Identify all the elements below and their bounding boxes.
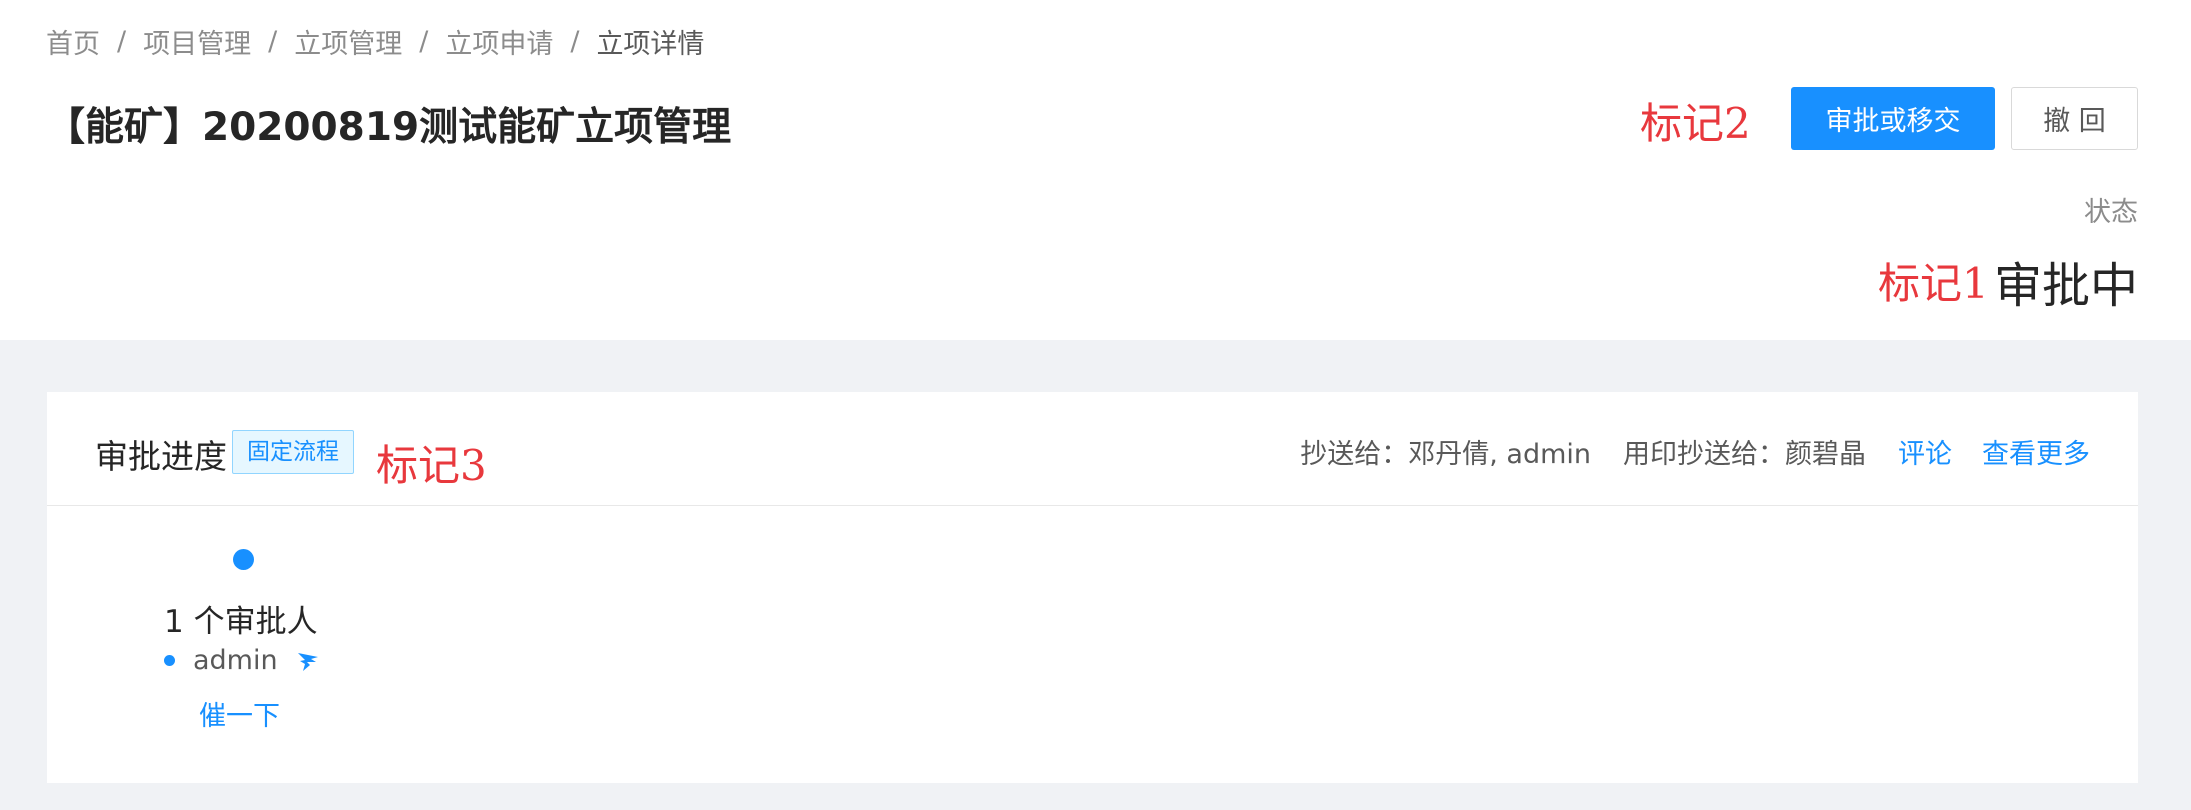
breadcrumb-home[interactable]: 首页: [46, 22, 100, 61]
breadcrumb: 首页 / 项目管理 / 立项管理 / 立项申请 / 立项详情: [46, 22, 704, 61]
page-title: 【能矿】20200819测试能矿立项管理: [46, 105, 732, 150]
approval-progress-title: 审批进度: [95, 437, 227, 476]
breadcrumb-separator: /: [419, 26, 429, 57]
status-label: 状态: [2084, 197, 2138, 228]
marker-3-annotation: 标记3: [376, 441, 487, 490]
bullet-icon: [164, 655, 175, 666]
breadcrumb-project-management[interactable]: 项目管理: [143, 22, 251, 61]
breadcrumb-separator: /: [570, 26, 580, 57]
withdraw-button[interactable]: 撤 回: [2011, 87, 2138, 150]
header-panel: 首页 / 项目管理 / 立项管理 / 立项申请 / 立项详情 【能矿】20200…: [0, 0, 2191, 340]
breadcrumb-separator: /: [117, 26, 127, 57]
marker-2-annotation: 标记2: [1640, 99, 1751, 148]
approver-count: 1 个审批人: [164, 604, 318, 640]
timeline-node-icon: [233, 549, 254, 570]
approval-header-meta: 抄送给：邓丹倩, admin 用印抄送给：颜碧晶 评论 查看更多: [1300, 432, 2090, 471]
breadcrumb-current: 立项详情: [596, 29, 705, 60]
cc-recipients: 抄送给：邓丹倩, admin: [1300, 439, 1591, 470]
approver-name: admin: [193, 645, 278, 676]
approval-progress-card: 审批进度 固定流程 抄送给：邓丹倩, admin 用印抄送给：颜碧晶 评论 查看…: [47, 392, 2138, 783]
breadcrumb-initiation-management[interactable]: 立项管理: [294, 22, 402, 61]
breadcrumb-initiation-application[interactable]: 立项申请: [445, 22, 553, 61]
approve-or-transfer-button[interactable]: 审批或移交: [1791, 87, 1995, 150]
marker-1-annotation: 标记1: [1878, 259, 1989, 308]
approver-item: admin: [164, 645, 320, 676]
breadcrumb-separator: /: [268, 26, 278, 57]
urge-link[interactable]: 催一下: [199, 694, 280, 733]
fixed-flow-tag: 固定流程: [232, 430, 354, 474]
dingtalk-icon[interactable]: [296, 649, 320, 673]
seal-cc-recipients: 用印抄送给：颜碧晶: [1623, 439, 1866, 470]
comment-link[interactable]: 评论: [1898, 432, 1952, 471]
status-value: 审批中: [1993, 258, 2138, 314]
approval-card-header: 审批进度 固定流程 抄送给：邓丹倩, admin 用印抄送给：颜碧晶 评论 查看…: [47, 392, 2138, 506]
view-more-link[interactable]: 查看更多: [1982, 432, 2090, 471]
